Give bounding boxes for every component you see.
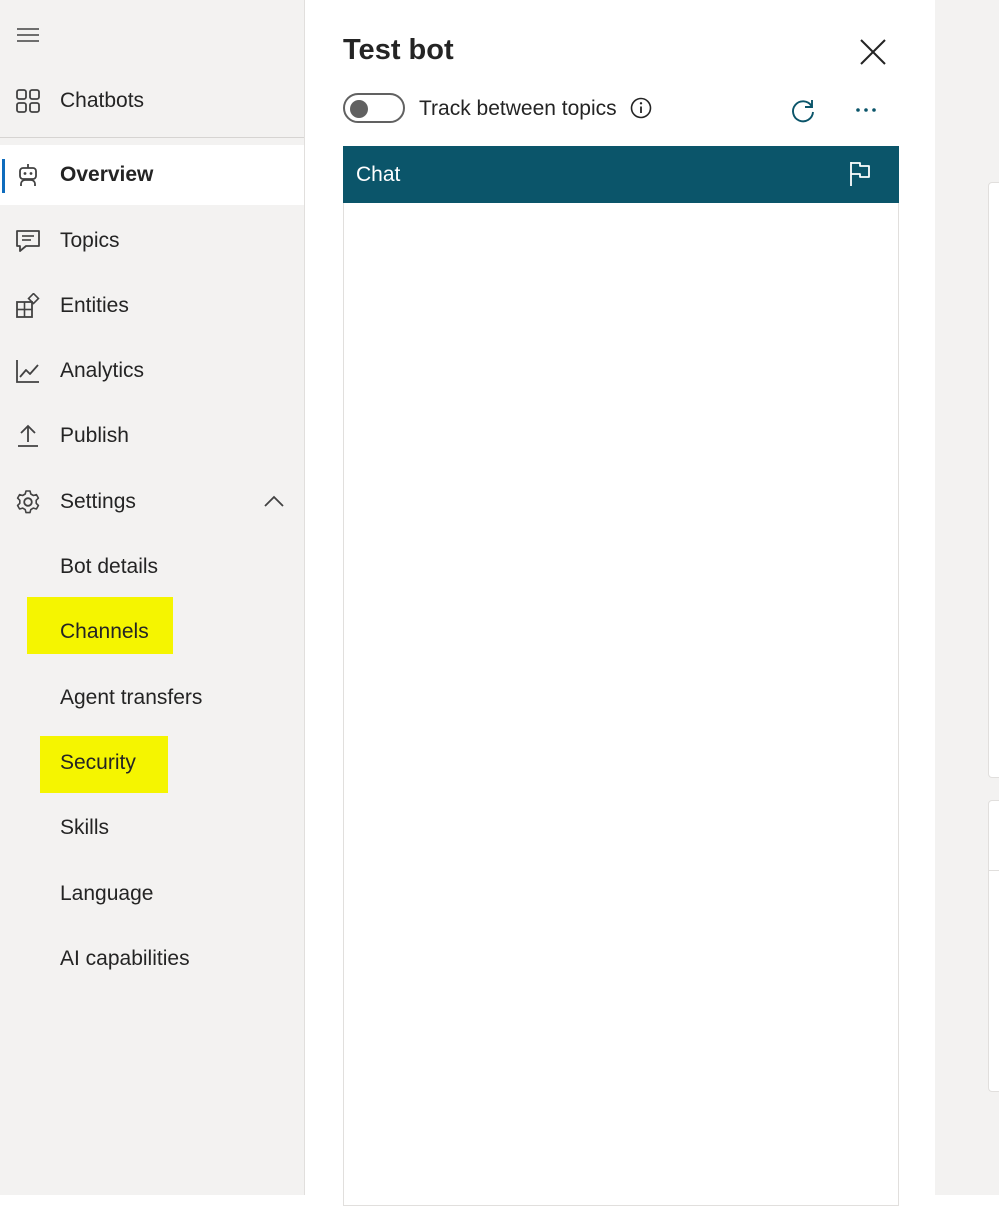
sidebar-subitem-channels[interactable]: Channels [60, 620, 149, 644]
sidebar-item-label: Publish [60, 424, 129, 447]
upload-icon [15, 423, 41, 449]
chat-bubble-icon [15, 228, 41, 254]
sidebar-item-analytics[interactable]: Analytics [0, 341, 304, 401]
sidebar-item-overview[interactable]: Overview [0, 145, 304, 205]
sidebar-item-publish[interactable]: Publish [0, 406, 304, 466]
sidebar-item-label: Chatbots [60, 89, 145, 112]
toggle-knob [350, 100, 368, 118]
sidebar-item-label: Entities [60, 294, 129, 317]
right-card [988, 182, 999, 778]
track-topics-toggle[interactable] [343, 93, 405, 123]
sidebar-item-topics[interactable]: Topics [0, 211, 304, 271]
sidebar-subitem-bot-details[interactable]: Bot details [60, 555, 158, 579]
sidebar-subitem-language[interactable]: Language [60, 882, 153, 906]
flag-icon[interactable] [847, 160, 873, 188]
sidebar-item-chatbots[interactable]: Chatbots [0, 71, 304, 131]
more-options-icon[interactable] [850, 100, 882, 120]
info-icon[interactable] [629, 96, 653, 120]
sidebar-item-label: Overview [60, 163, 154, 186]
chat-window [343, 146, 899, 1206]
bot-icon [15, 162, 41, 188]
sidebar-subitem-skills[interactable]: Skills [60, 816, 109, 840]
refresh-icon[interactable] [788, 96, 818, 126]
gear-icon [15, 489, 41, 515]
grid-icon [15, 88, 41, 114]
sidebar-subitem-security[interactable]: Security [60, 751, 136, 775]
sidebar-item-entities[interactable]: Entities [0, 276, 304, 336]
left-sidebar: Chatbots Overview Topics Entities Analyt… [0, 0, 305, 1195]
chevron-up-icon[interactable] [262, 490, 286, 514]
right-card [988, 800, 999, 1092]
toggle-label: Track between topics [419, 97, 617, 120]
sidebar-subitem-ai-capabilities[interactable]: AI capabilities [60, 947, 190, 971]
sidebar-item-label: Settings [60, 490, 136, 513]
right-card-divider [988, 870, 999, 871]
sidebar-item-label: Topics [60, 229, 120, 252]
hamburger-menu-icon[interactable] [16, 26, 40, 44]
sidebar-item-settings[interactable]: Settings [0, 472, 304, 532]
line-chart-icon [15, 358, 41, 384]
sidebar-divider [0, 137, 304, 138]
chat-header: Chat [343, 146, 899, 203]
chat-header-title: Chat [356, 163, 401, 186]
close-icon[interactable] [857, 36, 889, 68]
sidebar-subitem-agent-transfers[interactable]: Agent transfers [60, 686, 202, 710]
entities-icon [15, 293, 41, 319]
sidebar-item-label: Analytics [60, 359, 145, 382]
panel-title: Test bot [343, 34, 454, 66]
